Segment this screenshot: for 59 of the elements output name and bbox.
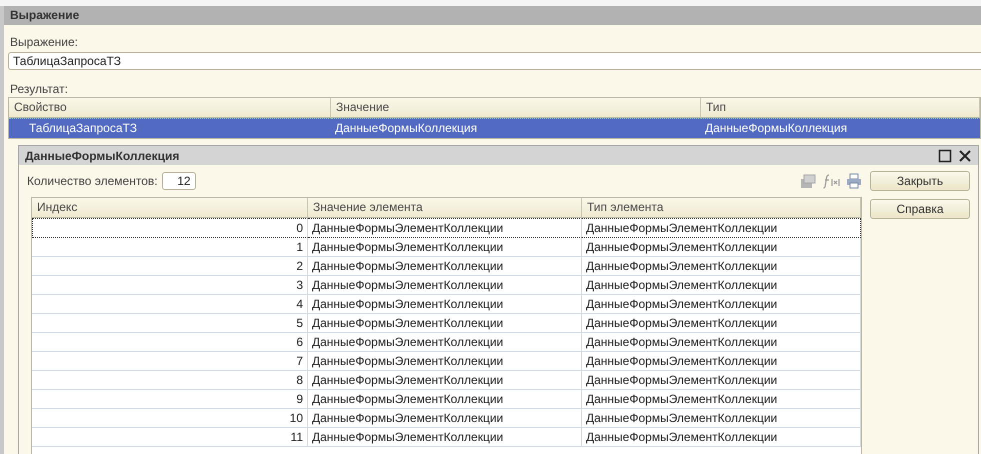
count-label: Количество элементов: xyxy=(27,174,158,188)
column-header[interactable]: Тип xyxy=(701,98,980,118)
function-icon[interactable] xyxy=(822,173,840,189)
table-cell: ДанныеФормыЭлементКоллекции xyxy=(308,218,582,238)
table-cell: 5 xyxy=(32,314,308,333)
table-cell: ТаблицаЗапросаТЗ xyxy=(9,118,331,138)
table-cell: ДанныеФормыЭлементКоллекции xyxy=(308,352,582,371)
column-header[interactable]: Индекс xyxy=(32,198,308,218)
table-cell: ДанныеФормыЭлементКоллекции xyxy=(582,352,861,371)
table-cell: 9 xyxy=(32,390,308,409)
expression-field[interactable]: ТаблицаЗапросаТЗ xyxy=(8,52,981,70)
table-cell: ДанныеФормыЭлементКоллекции xyxy=(308,295,582,314)
table-cell: ДанныеФормыКоллекция xyxy=(701,118,980,138)
column-header[interactable]: Тип элемента xyxy=(582,198,861,218)
table-cell: 0 xyxy=(32,218,308,238)
table-cell: 6 xyxy=(32,333,308,352)
table-cell: ДанныеФормыЭлементКоллекции xyxy=(582,218,861,238)
table-cell: 11 xyxy=(32,428,308,447)
table-cell: ДанныеФормыКоллекция xyxy=(331,118,701,138)
stack-icon[interactable] xyxy=(800,173,816,189)
table-cell: ДанныеФормыЭлементКоллекции xyxy=(582,390,861,409)
table-cell: ДанныеФормыЭлементКоллекции xyxy=(582,276,861,295)
printer-icon[interactable] xyxy=(846,173,862,189)
table-cell: ДанныеФормыЭлементКоллекции xyxy=(582,314,861,333)
table-cell: ДанныеФормыЭлементКоллекции xyxy=(582,333,861,352)
table-cell: ДанныеФормыЭлементКоллекции xyxy=(582,371,861,390)
table-cell: ДанныеФормыЭлементКоллекции xyxy=(308,314,582,333)
table-cell: ДанныеФормыЭлементКоллекции xyxy=(308,333,582,352)
table-cell: ДанныеФормыЭлементКоллекции xyxy=(308,238,582,257)
table-cell: ДанныеФормыЭлементКоллекции xyxy=(308,390,582,409)
table-cell: ДанныеФормыЭлементКоллекции xyxy=(582,257,861,276)
maximize-icon[interactable] xyxy=(938,148,952,162)
table-cell: 1 xyxy=(32,238,308,257)
table-cell: 10 xyxy=(32,409,308,428)
result-label: Результат: xyxy=(10,82,68,96)
table-cell: 8 xyxy=(32,371,308,390)
table-cell: ДанныеФормыЭлементКоллекции xyxy=(582,238,861,257)
expression-label: Выражение: xyxy=(10,35,78,49)
table-cell: ДанныеФормыЭлементКоллекции xyxy=(308,257,582,276)
table-cell: 3 xyxy=(32,276,308,295)
window-title: Выражение xyxy=(4,6,981,25)
table-cell: ДанныеФормыЭлементКоллекции xyxy=(582,409,861,428)
close-icon[interactable] xyxy=(958,148,972,162)
table-cell: ДанныеФормыЭлементКоллекции xyxy=(308,409,582,428)
table-cell: 7 xyxy=(32,352,308,371)
count-field[interactable]: 12 xyxy=(162,172,196,190)
dialog-button[interactable]: Закрыть xyxy=(870,171,970,191)
column-header[interactable]: Значение элемента xyxy=(308,198,582,218)
table-cell: ДанныеФормыЭлементКоллекции xyxy=(308,428,582,447)
column-header[interactable]: Значение xyxy=(331,98,701,118)
dialog-button[interactable]: Справка xyxy=(870,199,970,219)
dialog-title: ДанныеФормыКоллекция xyxy=(25,148,180,162)
table-cell: 4 xyxy=(32,295,308,314)
column-header[interactable]: Свойство xyxy=(9,98,331,118)
table-cell: ДанныеФормыЭлементКоллекции xyxy=(582,428,861,447)
table-cell: 2 xyxy=(32,257,308,276)
table-cell: ДанныеФормыЭлементКоллекции xyxy=(582,295,861,314)
table-cell: ДанныеФормыЭлементКоллекции xyxy=(308,276,582,295)
table-cell: ДанныеФормыЭлементКоллекции xyxy=(308,371,582,390)
